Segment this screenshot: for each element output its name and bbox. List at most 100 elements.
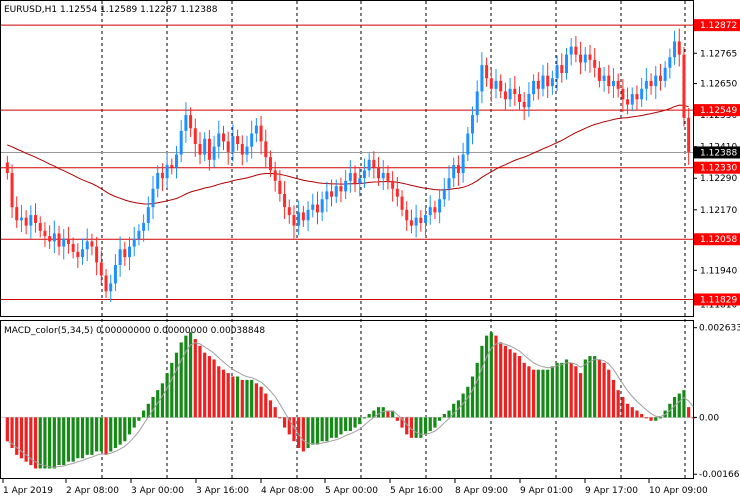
macd-bar-up <box>132 417 136 428</box>
bull-candle <box>344 180 348 192</box>
bull-candle <box>447 178 451 189</box>
time-tick-label: 3 Apr 16:00 <box>196 486 249 496</box>
current-price-label: 1.12388 <box>700 148 737 158</box>
macd-bar-up <box>43 417 47 469</box>
bear-candle <box>71 243 75 252</box>
macd-bar-up <box>66 417 71 462</box>
bull-candle <box>480 65 484 92</box>
bull-candle <box>541 75 545 89</box>
macd-bar-up <box>62 417 66 466</box>
bear-candle <box>170 165 174 168</box>
macd-bar-up <box>38 417 42 469</box>
bear-candle <box>38 222 42 231</box>
bull-candle <box>165 165 169 179</box>
time-axis: 1 Apr 2019 2 Apr 08:00 3 Apr 00:00 3 Apr 16… <box>2 479 708 496</box>
macd-bar-down <box>503 345 508 418</box>
bull-candle <box>424 215 428 223</box>
macd-bar-down <box>640 413 644 418</box>
macd-bar-up <box>541 369 545 418</box>
bull-candle <box>466 133 470 155</box>
bear-candle <box>99 262 103 276</box>
macd-bar-up <box>475 362 479 418</box>
bull-candle <box>630 94 634 105</box>
macd-bar-up <box>367 413 371 418</box>
bear-candle <box>626 99 630 105</box>
chart-window[interactable]: 1.127651.126501.125301.124101.122901.121… <box>0 0 740 500</box>
bear-candle <box>226 141 230 152</box>
bear-candle <box>513 88 517 95</box>
bull-candle <box>668 57 672 68</box>
bear-candle <box>386 172 390 181</box>
macd-bar-up <box>334 417 338 438</box>
macd-bar-down <box>395 417 399 421</box>
macd-bar-up <box>174 352 179 418</box>
bear-candle <box>456 165 460 173</box>
bear-candle <box>607 75 611 87</box>
macd-bar-down <box>574 366 578 418</box>
level-tag-label: 1.12549 <box>700 106 737 116</box>
bull-candle <box>654 75 658 87</box>
bear-candle <box>104 275 108 292</box>
bear-candle <box>76 251 80 258</box>
macd-bar-up <box>480 345 484 418</box>
macd-bar-up <box>419 417 423 438</box>
bull-candle <box>611 80 615 87</box>
bear-candle <box>395 188 399 197</box>
macd-bar-up <box>170 362 174 418</box>
bull-candle <box>137 230 141 239</box>
bull-candle <box>146 207 150 223</box>
macd-bar-up <box>433 417 437 428</box>
macd-bar-down <box>278 417 282 419</box>
bear-candle <box>522 101 526 108</box>
bear-candle <box>278 180 282 195</box>
macd-bar-down <box>517 356 522 418</box>
chart-canvas[interactable]: 1.127651.126501.125301.124101.122901.121… <box>0 0 740 500</box>
bear-candle <box>593 59 597 68</box>
macd-bar-down <box>198 345 202 418</box>
macd-bar-up <box>438 417 442 421</box>
macd-bar-down <box>630 407 634 418</box>
macd-bar-up <box>151 396 155 418</box>
macd-bar-up <box>654 417 658 421</box>
price-tick-label: 1.12290 <box>700 174 737 184</box>
bull-candle <box>320 199 324 213</box>
macd-bar-down <box>494 335 498 418</box>
macd-bar-down <box>569 362 573 418</box>
bear-candle <box>259 125 263 142</box>
macd-bar-up <box>550 366 554 418</box>
time-tick-label: 5 Apr 00:00 <box>325 486 378 496</box>
macd-bar-down <box>499 342 503 418</box>
bear-candle <box>330 191 334 197</box>
macd-bar-down <box>259 386 263 418</box>
bull-candle <box>245 146 249 155</box>
macd-bar-down <box>217 366 221 418</box>
bull-candle <box>217 133 221 147</box>
bear-candle <box>198 144 202 155</box>
macd-bar-up <box>320 417 324 442</box>
bear-candle <box>419 217 423 223</box>
bear-candle <box>287 207 291 216</box>
macd-bar-down <box>207 356 211 418</box>
macd-bar-up <box>165 373 169 418</box>
macd-bar-down <box>597 359 601 418</box>
macd-bar-up <box>57 417 61 466</box>
bull-candle <box>644 80 648 89</box>
macd-bar-up <box>160 383 165 418</box>
bear-candle <box>485 65 489 79</box>
macd-bar-down <box>104 417 108 455</box>
macd-bar-down <box>5 417 9 442</box>
bull-candle <box>325 191 329 200</box>
bear-candle <box>268 157 272 171</box>
bear-candle <box>315 204 319 213</box>
level-tag-label: 1.11829 <box>700 295 737 305</box>
bull-candle <box>203 138 207 155</box>
macd-bar-up <box>362 417 367 419</box>
macd-bar-down <box>15 417 19 455</box>
macd-bar-up <box>48 417 52 469</box>
macd-bar-up <box>80 417 85 459</box>
macd-bar-up <box>348 417 352 432</box>
macd-bar-up <box>452 403 456 418</box>
bull-candle <box>564 54 568 74</box>
macd-bar-down <box>649 417 653 421</box>
bull-candle <box>254 125 258 134</box>
